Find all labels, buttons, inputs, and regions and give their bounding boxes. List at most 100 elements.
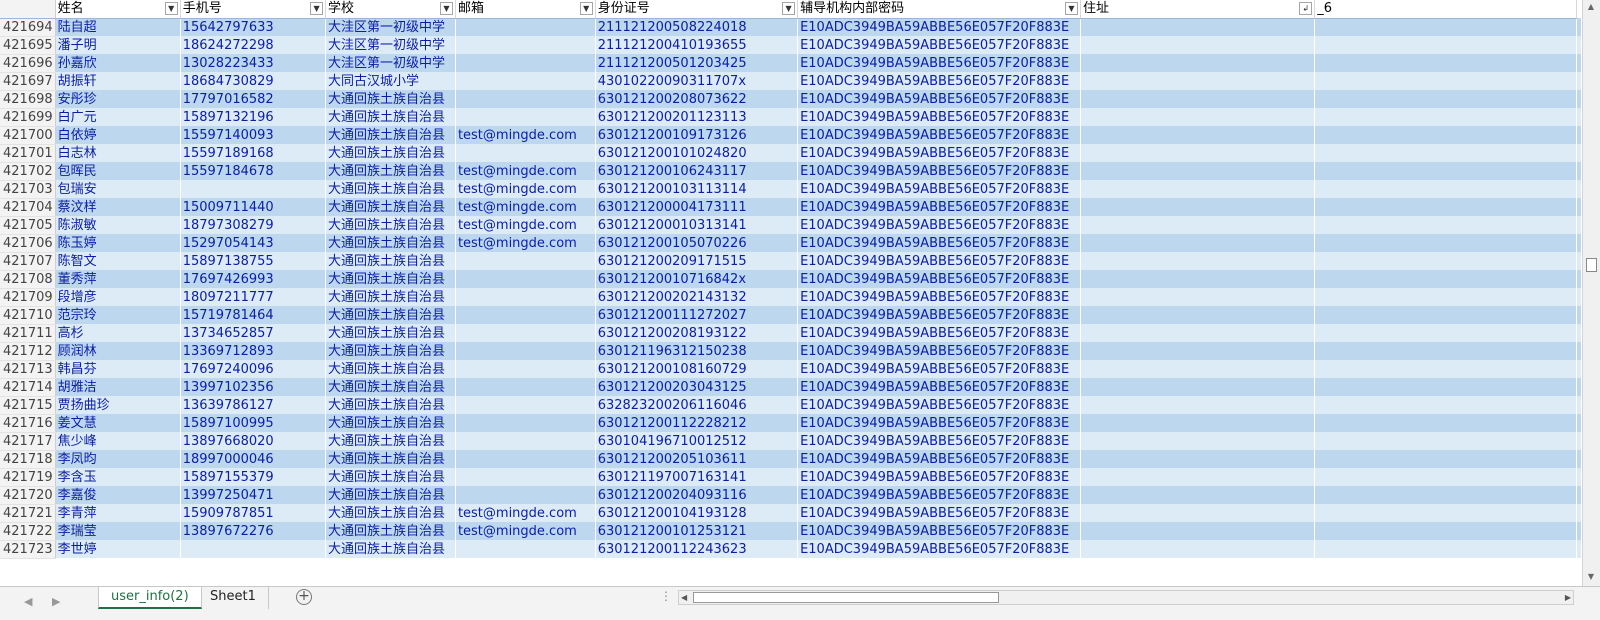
cell-email[interactable] (455, 288, 596, 306)
cell-name[interactable]: 李含玉 (55, 468, 181, 486)
cell-name[interactable]: 李瑞莹 (55, 522, 181, 540)
horizontal-scroll-thumb[interactable] (693, 592, 999, 603)
cell-address[interactable] (1080, 144, 1316, 162)
filter-dropdown-icon[interactable]: ▼ (164, 2, 178, 15)
cell-col6[interactable] (1314, 216, 1577, 234)
cell-empty[interactable] (1576, 162, 1582, 180)
cell-id-number[interactable]: 630121200208073622 (595, 90, 799, 108)
cell-address[interactable] (1080, 216, 1316, 234)
scroll-up-icon[interactable]: ▲ (1586, 2, 1596, 11)
cell-email[interactable] (455, 414, 596, 432)
vertical-scroll-thumb[interactable] (1586, 258, 1597, 272)
cell-email[interactable]: test@mingde.com (455, 522, 596, 540)
cell-school[interactable]: 大通回族土族自治县 (325, 234, 456, 252)
cell-name[interactable]: 李凤昀 (55, 450, 181, 468)
cell-email[interactable] (455, 270, 596, 288)
tab-user-info-2[interactable]: user_info(2) (98, 587, 202, 609)
row-number[interactable]: 421717 (0, 432, 56, 451)
row-number[interactable]: 421703 (0, 180, 56, 199)
cell-empty[interactable] (1576, 414, 1582, 432)
cell-email[interactable]: test@mingde.com (455, 234, 596, 252)
cell-name[interactable]: 陆自超 (55, 18, 181, 36)
cell-password[interactable]: E10ADC3949BA59ABBE56E057F20F883E (797, 90, 1081, 108)
cell-school[interactable]: 大通回族土族自治县 (325, 342, 456, 360)
cell-password[interactable]: E10ADC3949BA59ABBE56E057F20F883E (797, 504, 1081, 522)
filter-dropdown-icon[interactable]: ▼ (579, 2, 593, 15)
cell-email[interactable] (455, 432, 596, 450)
cell-col6[interactable] (1314, 450, 1577, 468)
cell-col6[interactable] (1314, 324, 1577, 342)
cell-col6[interactable] (1314, 378, 1577, 396)
cell-empty[interactable] (1576, 252, 1582, 270)
cell-email[interactable]: test@mingde.com (455, 126, 596, 144)
cell-name[interactable]: 安彤珍 (55, 90, 181, 108)
cell-school[interactable]: 大通回族土族自治县 (325, 198, 456, 216)
cell-id-number[interactable]: 630121200103113114 (595, 180, 799, 198)
cell-address[interactable] (1080, 504, 1316, 522)
cell-school[interactable]: 大通回族土族自治县 (325, 468, 456, 486)
row-number[interactable]: 421711 (0, 324, 56, 343)
cell-school[interactable]: 大通回族土族自治县 (325, 288, 456, 306)
cell-school[interactable]: 大通回族土族自治县 (325, 216, 456, 234)
cell-empty[interactable] (1576, 360, 1582, 378)
cell-email[interactable] (455, 54, 596, 72)
cell-name[interactable]: 潘子明 (55, 36, 181, 54)
cell-email[interactable]: test@mingde.com (455, 180, 596, 198)
cell-phone[interactable]: 13997102356 (180, 378, 327, 396)
cell-name[interactable]: 焦少峰 (55, 432, 181, 450)
cell-name[interactable]: 陈玉婷 (55, 234, 181, 252)
cell-name[interactable]: 韩昌芬 (55, 360, 181, 378)
cell-empty[interactable] (1576, 486, 1582, 504)
cell-col6[interactable] (1314, 126, 1577, 144)
row-number[interactable]: 421720 (0, 486, 56, 505)
cell-school[interactable]: 大通回族土族自治县 (325, 324, 456, 342)
cell-name[interactable]: 高杉 (55, 324, 181, 342)
cell-address[interactable] (1080, 234, 1316, 252)
cell-name[interactable]: 段增彦 (55, 288, 181, 306)
cell-col6[interactable] (1314, 342, 1577, 360)
cell-col6[interactable] (1314, 180, 1577, 198)
cell-col6[interactable] (1314, 360, 1577, 378)
cell-id-number[interactable]: 630121200205103611 (595, 450, 799, 468)
cell-name[interactable]: 白依婷 (55, 126, 181, 144)
prev-sheet-icon[interactable]: ◀ (24, 595, 32, 608)
cell-phone[interactable]: 13369712893 (180, 342, 327, 360)
cell-name[interactable]: 范宗玲 (55, 306, 181, 324)
cell-address[interactable] (1080, 162, 1316, 180)
cell-name[interactable]: 董秀萍 (55, 270, 181, 288)
cell-school[interactable]: 大通回族土族自治县 (325, 144, 456, 162)
cell-empty[interactable] (1576, 504, 1582, 522)
row-number[interactable]: 421705 (0, 216, 56, 235)
row-number[interactable]: 421707 (0, 252, 56, 271)
cell-password[interactable]: E10ADC3949BA59ABBE56E057F20F883E (797, 216, 1081, 234)
cell-email[interactable] (455, 468, 596, 486)
cell-id-number[interactable]: 43010220090311707x (595, 72, 799, 90)
row-number[interactable]: 421723 (0, 540, 56, 559)
cell-school[interactable]: 大通回族土族自治县 (325, 540, 456, 558)
col-header-password[interactable]: 辅导机构内部密码 ▼ (797, 0, 1081, 19)
cell-password[interactable]: E10ADC3949BA59ABBE56E057F20F883E (797, 126, 1081, 144)
cell-school[interactable]: 大洼区第一初级中学 (325, 54, 456, 72)
cell-empty[interactable] (1576, 540, 1582, 558)
cell-school[interactable]: 大通回族土族自治县 (325, 180, 456, 198)
cell-password[interactable]: E10ADC3949BA59ABBE56E057F20F883E (797, 468, 1081, 486)
cell-address[interactable] (1080, 18, 1316, 36)
vertical-scrollbar[interactable]: ▲ ▼ (1582, 0, 1600, 586)
cell-id-number[interactable]: 211121200501203425 (595, 54, 799, 72)
cell-phone[interactable]: 18684730829 (180, 72, 327, 90)
cell-address[interactable] (1080, 522, 1316, 540)
row-number[interactable]: 421701 (0, 144, 56, 163)
sort-filter-icon[interactable]: ↲ (1299, 2, 1313, 15)
cell-name[interactable]: 贾扬曲珍 (55, 396, 181, 414)
cell-col6[interactable] (1314, 540, 1577, 558)
cell-empty[interactable] (1576, 144, 1582, 162)
cell-address[interactable] (1080, 486, 1316, 504)
cell-email[interactable] (455, 72, 596, 90)
cell-phone[interactable]: 13639786127 (180, 396, 327, 414)
row-number[interactable]: 421704 (0, 198, 56, 217)
cell-col6[interactable] (1314, 234, 1577, 252)
cell-name[interactable]: 李嘉俊 (55, 486, 181, 504)
cell-email[interactable] (455, 540, 596, 558)
row-number[interactable]: 421699 (0, 108, 56, 127)
cell-password[interactable]: E10ADC3949BA59ABBE56E057F20F883E (797, 180, 1081, 198)
